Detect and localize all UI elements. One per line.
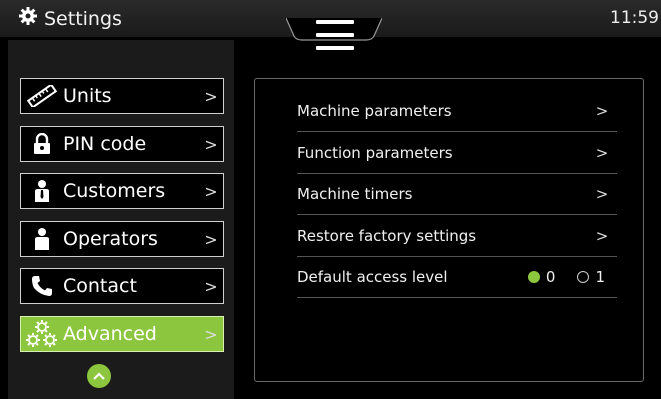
sidebar-item-operators[interactable]: Operators > <box>20 221 224 257</box>
chevron-right-icon: > <box>204 229 218 249</box>
menu-bar-icon <box>316 46 354 50</box>
sidebar-item-units[interactable]: Units > <box>20 78 224 114</box>
sidebar-item-contact[interactable]: Contact > <box>20 268 224 304</box>
chevron-right-icon: > <box>204 181 218 201</box>
row-function-parameters[interactable]: Function parameters > <box>297 133 617 174</box>
row-label: Machine timers <box>297 185 413 203</box>
access-level-radio-0[interactable]: 0 <box>527 268 556 286</box>
chevron-right-icon: > <box>204 276 218 296</box>
scroll-up-button[interactable] <box>87 364 111 388</box>
radio-label: 1 <box>595 268 605 286</box>
chevron-up-icon <box>93 372 105 380</box>
page-title: Settings <box>44 7 122 30</box>
row-machine-parameters[interactable]: Machine parameters > <box>297 91 617 132</box>
radio-label: 0 <box>545 268 556 286</box>
operator-icon <box>21 227 63 251</box>
row-default-access-level: Default access level 0 1 <box>297 257 617 298</box>
sidebar-item-label: Advanced <box>63 323 157 345</box>
phone-icon <box>21 274 63 298</box>
sidebar-item-customers[interactable]: Customers > <box>20 173 224 209</box>
sidebar-item-label: Contact <box>63 275 137 297</box>
sidebar-item-pin-code[interactable]: PIN code > <box>20 126 224 162</box>
row-restore-factory-settings[interactable]: Restore factory settings > <box>297 216 617 257</box>
hamburger-menu-button[interactable] <box>316 20 354 50</box>
row-machine-timers[interactable]: Machine timers > <box>297 174 617 215</box>
row-label: Default access level <box>297 268 448 286</box>
row-label: Machine parameters <box>297 102 452 120</box>
chevron-right-icon: > <box>595 144 609 162</box>
sidebar-item-label: PIN code <box>63 133 147 155</box>
customer-icon <box>21 179 63 203</box>
sidebar: Units > PIN code > Customers > Operators… <box>8 40 234 399</box>
menu-bar-icon <box>316 20 354 24</box>
chevron-right-icon: > <box>595 102 609 120</box>
menu-bar-icon <box>316 33 354 37</box>
access-level-radio-1[interactable]: 1 <box>577 268 605 286</box>
radio-unselected-icon <box>577 271 590 283</box>
sidebar-item-advanced[interactable]: Advanced > <box>20 316 224 352</box>
gear-icon <box>18 6 38 31</box>
ruler-icon <box>21 85 63 107</box>
gears-icon <box>21 319 63 349</box>
radio-selected-icon <box>527 271 540 283</box>
settings-panel: Machine parameters > Function parameters… <box>254 78 644 382</box>
chevron-right-icon: > <box>595 185 609 203</box>
chevron-right-icon: > <box>204 134 218 154</box>
row-label: Restore factory settings <box>297 227 477 245</box>
sidebar-item-label: Customers <box>63 180 166 202</box>
row-label: Function parameters <box>297 144 453 162</box>
app-title: Settings <box>18 6 122 31</box>
clock: 11:59 <box>610 8 659 28</box>
chevron-right-icon: > <box>204 324 218 344</box>
lock-icon <box>21 133 63 155</box>
sidebar-item-label: Operators <box>63 228 158 250</box>
sidebar-item-label: Units <box>63 85 112 107</box>
chevron-right-icon: > <box>204 86 218 106</box>
chevron-right-icon: > <box>595 227 609 245</box>
